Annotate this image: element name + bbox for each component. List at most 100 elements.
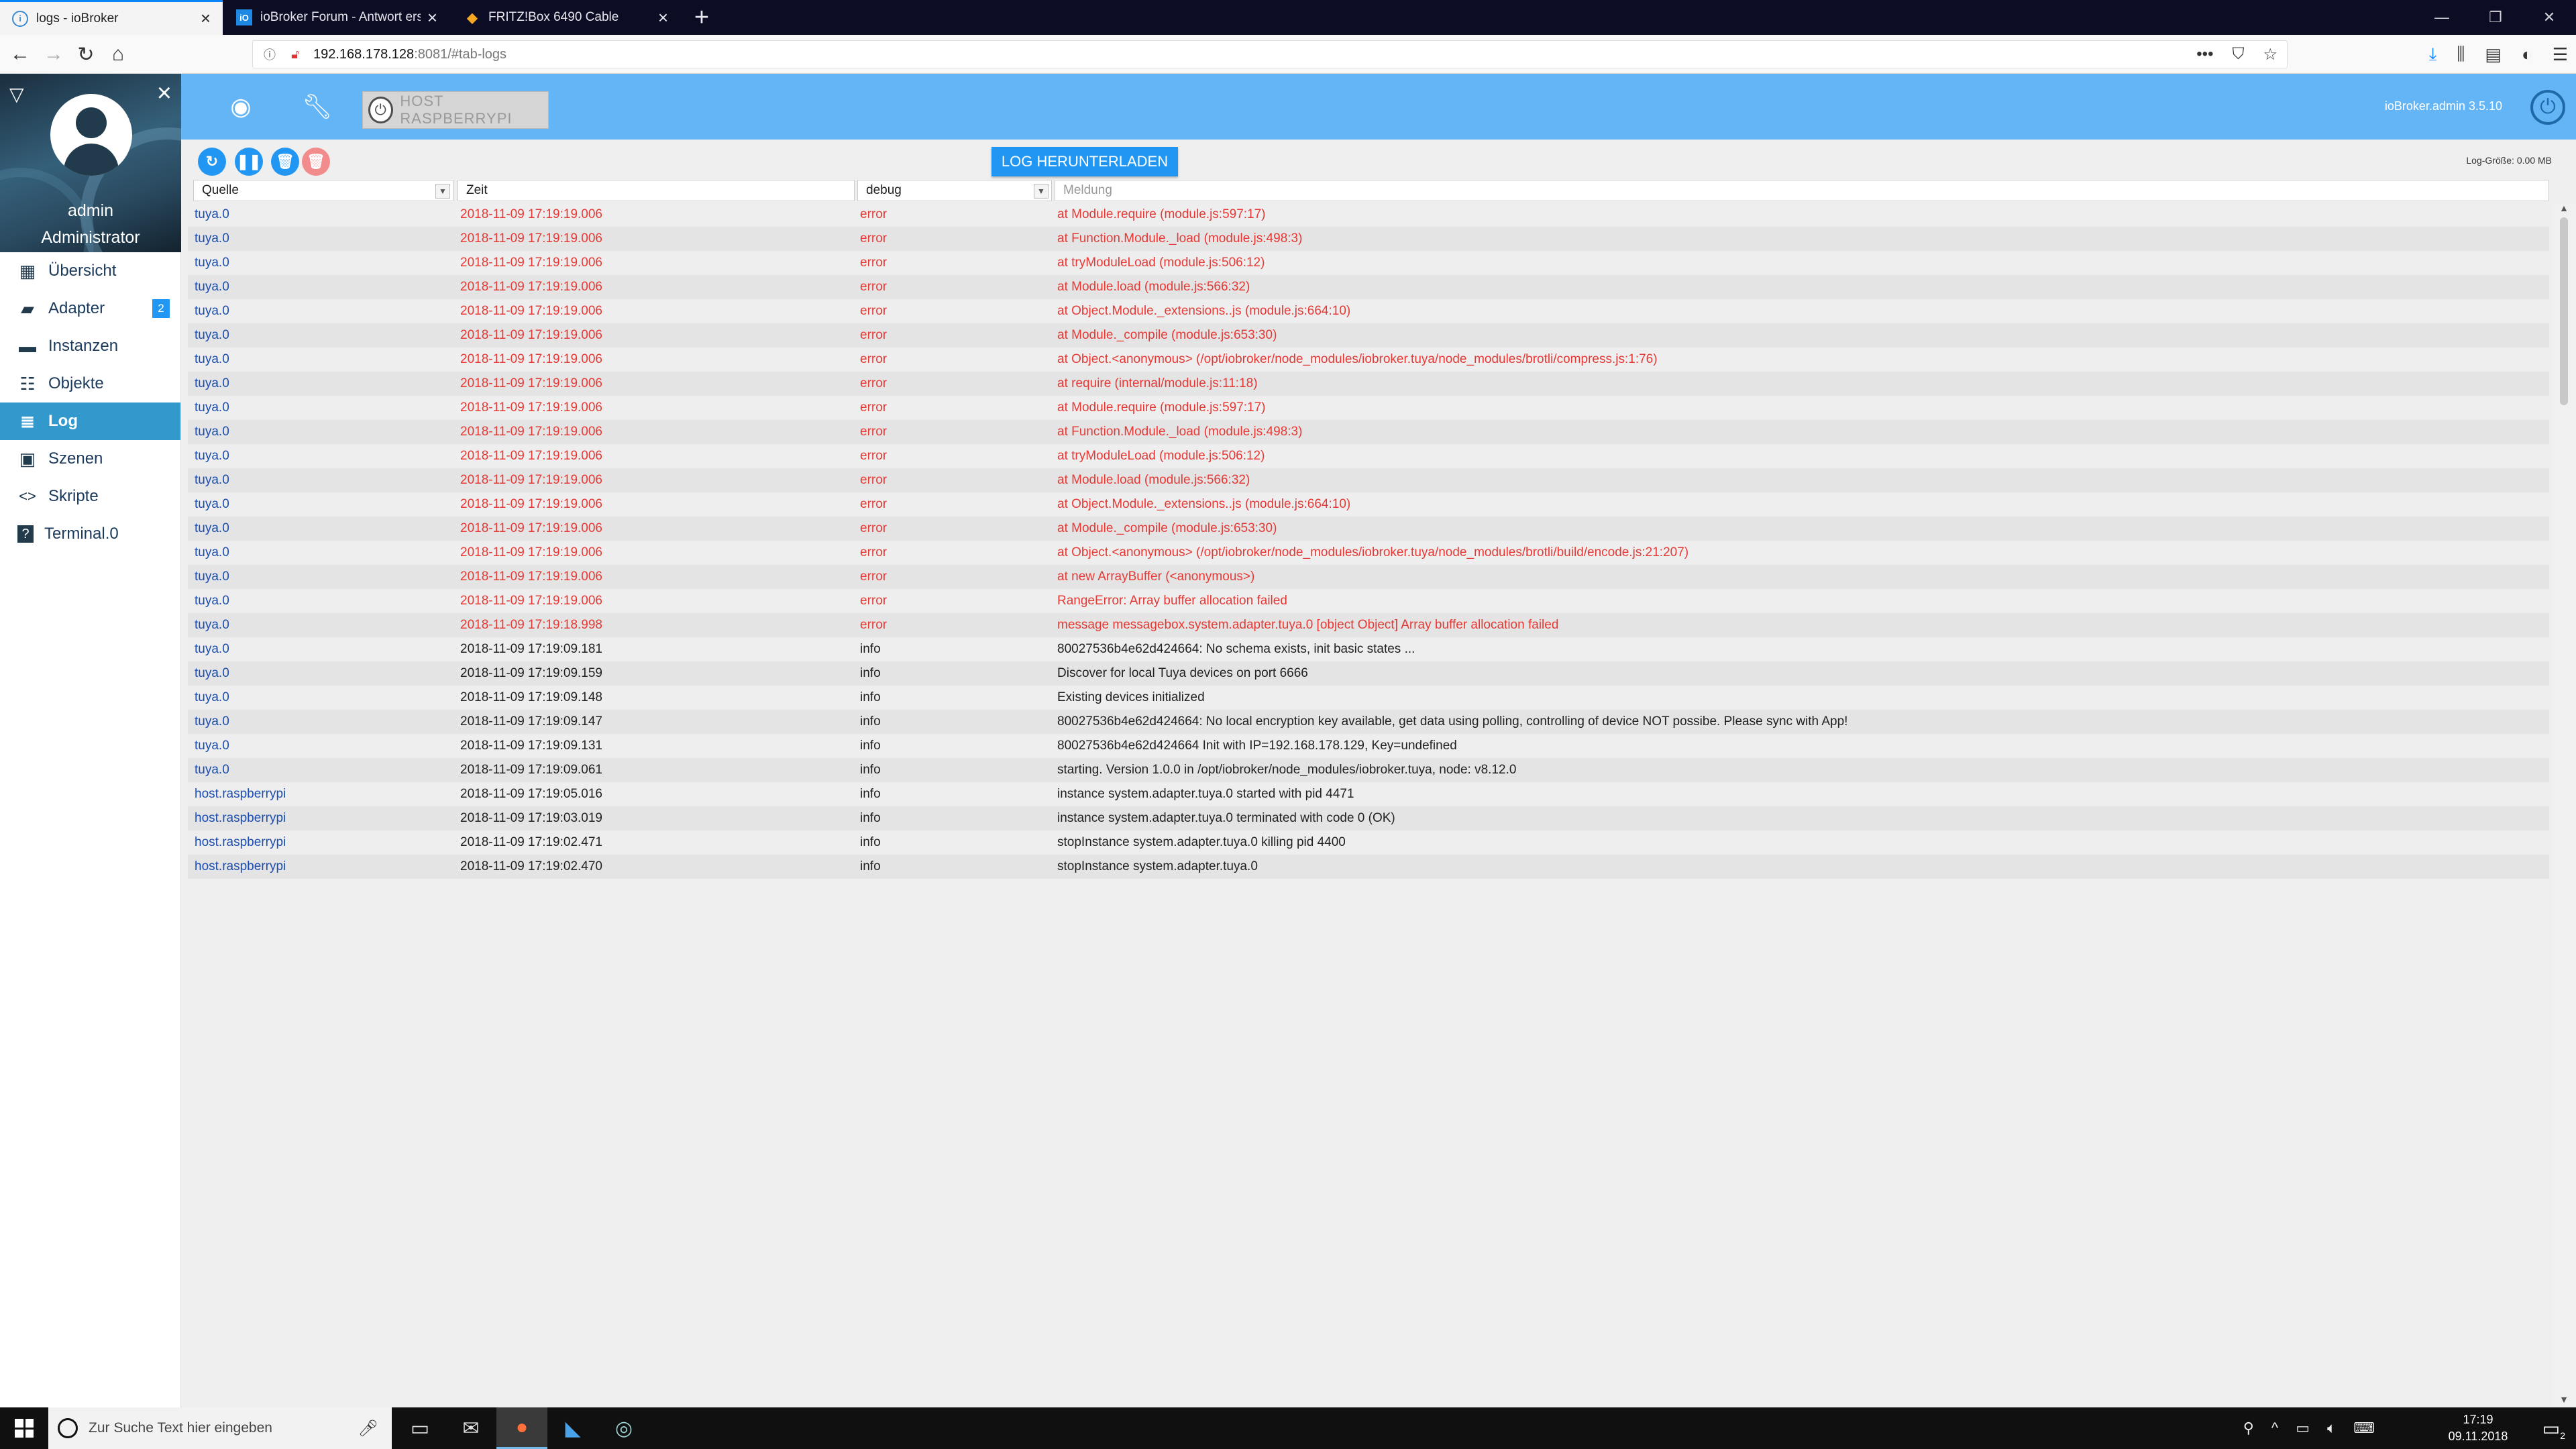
power-icon[interactable]: ⏻ [2530, 90, 2565, 125]
pause-button[interactable]: ❚❚ [235, 148, 263, 176]
refresh-icon: ↻ [205, 153, 219, 170]
sidebar-item-szenen[interactable]: ▣ Szenen [0, 440, 180, 478]
close-tab-icon[interactable]: × [658, 7, 668, 28]
log-time: 2018-11-09 17:19:09.159 [460, 666, 602, 680]
download-icon[interactable]: ⤓ [2429, 44, 2437, 65]
log-row: tuya.0 2018-11-09 17:19:09.147 info 8002753… [188, 710, 2549, 734]
new-tab-button[interactable]: + [684, 0, 719, 35]
start-button[interactable] [0, 1407, 48, 1449]
log-time: 2018-11-09 17:19:09.147 [460, 714, 602, 729]
log-message: 80027536b4e62d424664: No local encryptio… [1057, 714, 1848, 729]
user-role: Administrator [41, 228, 140, 247]
app-icon[interactable]: ◣ [547, 1407, 598, 1449]
message-filter-input[interactable]: Meldung [1055, 180, 2549, 201]
clear-button[interactable]: 🗑︎ [271, 148, 299, 176]
pocket-icon[interactable]: ⛉ [2232, 45, 2244, 64]
scroll-down-icon[interactable]: ▼ [2552, 1394, 2576, 1407]
people-icon[interactable]: ⚲ [2243, 1419, 2254, 1437]
sidebar-item-instanzen[interactable]: ▬ Instanzen [0, 327, 180, 365]
browser-tab-forum[interactable]: iO ioBroker Forum - Antwort erste × [224, 0, 449, 35]
grid-icon: ▦ [19, 260, 36, 281]
close-window-icon[interactable]: ✕ [2522, 0, 2576, 35]
sidebar-item-adapter[interactable]: ▰ Adapter 2 [0, 290, 180, 327]
chevron-down-icon[interactable]: ▼ [435, 184, 450, 199]
download-log-button[interactable]: LOG HERUNTERLADEN [991, 147, 1178, 176]
log-filters: Quelle ▼ Zeit debug ▼ Meldung [188, 180, 2549, 203]
host-select-button[interactable]: ⏻ HOST RASPBERRYPI [362, 91, 549, 129]
menu-icon[interactable]: ☰ [2553, 44, 2568, 65]
triangle-down-icon[interactable]: ▽ [9, 83, 24, 105]
eye-icon[interactable]: ◉ [224, 91, 258, 122]
browser-tab-strip: i logs - ioBroker × iO ioBroker Forum - … [0, 0, 2576, 35]
log-severity: error [860, 352, 888, 366]
log-source: tuya.0 [195, 207, 229, 221]
log-source: host.raspberrypi [195, 811, 286, 825]
wrench-icon[interactable]: 🔧︎ [301, 91, 334, 122]
close-tab-icon[interactable]: × [201, 8, 211, 29]
sidebar-item-label: Skripte [48, 487, 99, 505]
scrollbar-thumb[interactable] [2560, 217, 2568, 405]
close-sidebar-icon[interactable]: × [157, 79, 172, 108]
clock-date: 09.11.2018 [2448, 1430, 2508, 1443]
taskbar-search[interactable]: Zur Suche Text hier eingeben 🎤︎ [48, 1407, 392, 1449]
log-time: 2018-11-09 17:19:19.006 [460, 497, 602, 511]
keyboard-icon[interactable]: ⌨ [2353, 1419, 2375, 1437]
sidebar-toggle-icon[interactable]: ▤ [2485, 44, 2502, 65]
mail-icon[interactable]: ✉ [445, 1407, 496, 1449]
system-clock[interactable]: 17:19 09.11.2018 [2438, 1411, 2518, 1445]
task-view-icon[interactable]: ▭ [394, 1407, 445, 1449]
sidebar-item-uebersicht[interactable]: ▦ Übersicht [0, 252, 180, 290]
source-filter[interactable]: Quelle ▼ [193, 180, 453, 201]
scroll-up-icon[interactable]: ▲ [2552, 203, 2576, 216]
pause-icon: ❚❚ [236, 153, 262, 170]
source-filter-value: Quelle [202, 183, 239, 197]
log-row: tuya.0 2018-11-09 17:19:19.006 error at Fun… [188, 227, 2549, 251]
minimize-icon[interactable]: — [2415, 0, 2469, 35]
refresh-button[interactable]: ↻ [198, 148, 226, 176]
microphone-icon[interactable]: 🎤︎ [358, 1419, 378, 1438]
log-message: at Function.Module._load (module.js:498:… [1057, 231, 1303, 246]
delete-log-button[interactable]: 🗑︎ [302, 148, 330, 176]
chevron-down-icon[interactable]: ▼ [1034, 184, 1049, 199]
restore-icon[interactable]: ❐ [2469, 0, 2522, 35]
log-row: tuya.0 2018-11-09 17:19:18.998 error messag… [188, 613, 2549, 637]
sidebar-item-objekte[interactable]: ☷ Objekte [0, 365, 180, 402]
firefox-icon[interactable]: ● [496, 1407, 547, 1449]
time-filter[interactable]: Zeit [458, 180, 855, 201]
home-icon[interactable]: ⌂ [103, 40, 133, 68]
close-tab-icon[interactable]: × [427, 7, 437, 28]
notification-center-icon[interactable]: ▭ 2 [2533, 1414, 2569, 1442]
log-source: tuya.0 [195, 642, 229, 656]
library-icon[interactable]: ⫼ [2457, 44, 2465, 65]
bookmark-star-icon[interactable]: ☆ [2263, 45, 2277, 64]
log-time: 2018-11-09 17:19:19.006 [460, 521, 602, 535]
browser-tab-fritzbox[interactable]: ◆ FRITZ!Box 6490 Cable × [452, 0, 680, 35]
reload-icon[interactable]: ↻ [71, 40, 101, 68]
back-icon[interactable]: ← [5, 40, 35, 68]
log-time: 2018-11-09 17:19:05.016 [460, 787, 602, 801]
sidebar-item-skripte[interactable]: <> Skripte [0, 478, 180, 515]
log-scrollbar[interactable]: ▲ ▼ [2552, 203, 2576, 1407]
more-icon[interactable]: ••• [2196, 45, 2213, 64]
forward-icon[interactable]: → [39, 40, 68, 68]
app-header: ◉ 🔧︎ ⏻ HOST RASPBERRYPI ioBroker.admin 3… [181, 74, 2576, 140]
url-bar[interactable]: ⓘ 🔓︎ 192.168.178.128 :8081/#tab-logs •••… [252, 40, 2288, 68]
insecure-lock-icon[interactable]: 🔓︎ [288, 47, 303, 62]
browser-tab-logs[interactable]: i logs - ioBroker × [0, 0, 223, 35]
log-message: at new ArrayBuffer (<anonymous>) [1057, 570, 1255, 584]
log-source: host.raspberrypi [195, 859, 286, 873]
severity-filter[interactable]: debug ▼ [857, 180, 1052, 201]
info-icon[interactable]: ⓘ [262, 47, 277, 62]
log-severity: error [860, 256, 888, 270]
log-row: tuya.0 2018-11-09 17:19:19.006 error at req… [188, 372, 2549, 396]
log-time: 2018-11-09 17:19:19.006 [460, 449, 602, 463]
extension-icon[interactable]: ◐ [2522, 44, 2532, 65]
sidebar-item-log[interactable]: ≣ Log [0, 402, 180, 440]
app2-icon[interactable]: ◎ [598, 1407, 649, 1449]
sidebar-item-terminal[interactable]: ? Terminal.0 [0, 515, 180, 553]
log-severity: error [860, 376, 888, 390]
volume-icon[interactable]: 🔈︎ [2327, 1419, 2336, 1437]
log-severity: info [860, 666, 881, 680]
chevron-up-icon[interactable]: ^ [2271, 1419, 2278, 1437]
network-icon[interactable]: ▭ [2296, 1419, 2310, 1437]
